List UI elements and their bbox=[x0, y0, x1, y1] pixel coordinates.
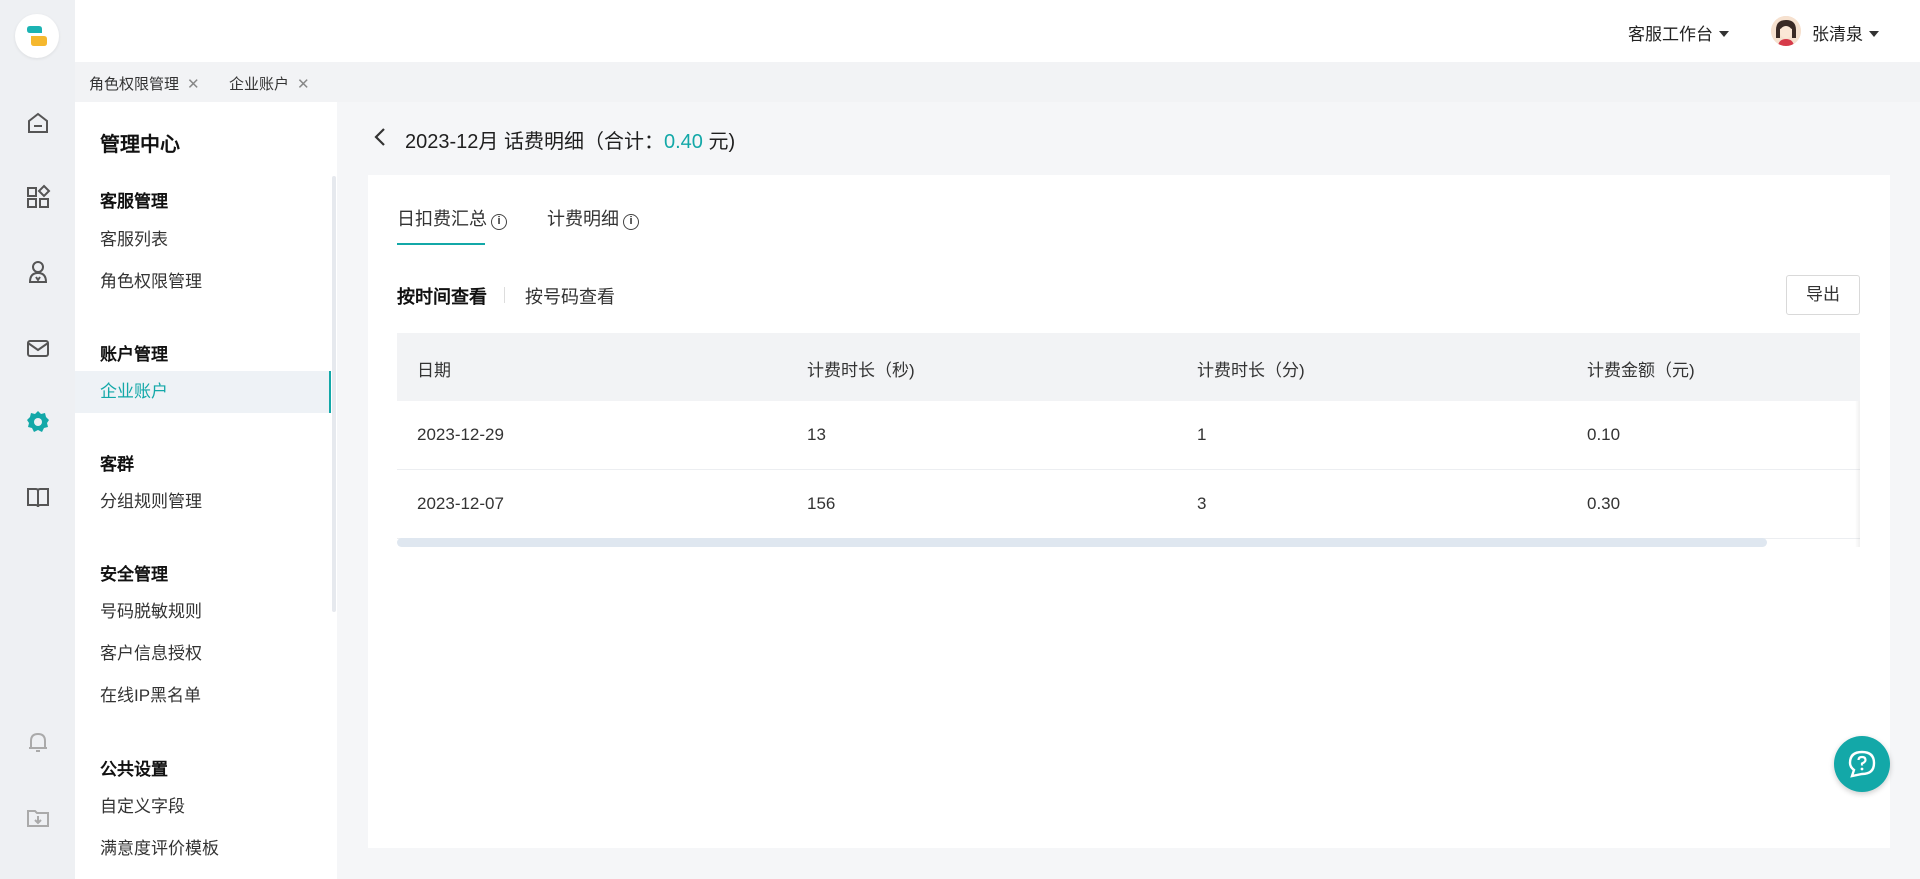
home-icon[interactable] bbox=[24, 109, 52, 137]
sidebar-title: 管理中心 bbox=[100, 134, 180, 156]
sidebar-item-enterprise-account[interactable]: 企业账户 bbox=[75, 371, 331, 413]
info-icon[interactable]: i bbox=[623, 214, 639, 230]
tab-enterprise-account[interactable]: 企业账户 ✕ bbox=[229, 73, 310, 94]
workbench-label: 客服工作台 bbox=[1628, 25, 1713, 44]
sidebar-item-satisfaction-template[interactable]: 满意度评价模板 bbox=[75, 828, 331, 870]
workbench-dropdown[interactable]: 客服工作台 bbox=[1628, 20, 1729, 45]
back-arrow-icon[interactable] bbox=[370, 125, 390, 149]
sidebar-item-grouping-rules[interactable]: 分组规则管理 bbox=[75, 481, 331, 523]
sidebar-group-security: 安全管理 bbox=[100, 565, 168, 584]
divider bbox=[504, 287, 505, 303]
page-title-suffix: 元) bbox=[702, 131, 736, 153]
tab-role-permissions[interactable]: 角色权限管理 ✕ bbox=[89, 73, 200, 94]
view-by-time-button[interactable]: 按时间查看 bbox=[397, 283, 487, 309]
cell-minutes: 3 bbox=[1197, 494, 1207, 513]
billing-table: 日期 计费时长（秒) 计费时长（分) 计费金额（元) 2023-12-29 13… bbox=[397, 333, 1860, 539]
page-title: 2023-12月 话费明细（合计：0.40 元) bbox=[405, 125, 735, 154]
table-row: 2023-12-07 156 3 0.30 bbox=[397, 470, 1860, 539]
caret-down-icon bbox=[1869, 31, 1879, 37]
table-fixed-column-shadow bbox=[1855, 401, 1860, 547]
sidebar-group-account: 账户管理 bbox=[100, 345, 168, 364]
customer-service-icon[interactable] bbox=[24, 258, 52, 286]
sidebar-group-customer-service: 客服管理 bbox=[100, 192, 168, 211]
cell-date: 2023-12-29 bbox=[417, 425, 504, 444]
table-row: 2023-12-29 13 1 0.10 bbox=[397, 401, 1860, 470]
sidebar: 管理中心 客服管理 客服列表 角色权限管理 账户管理 企业账户 客群 分组规则管… bbox=[75, 102, 337, 879]
avatar[interactable] bbox=[1771, 16, 1801, 46]
total-amount: 0.40 bbox=[663, 131, 703, 153]
cell-date: 2023-12-07 bbox=[417, 494, 504, 513]
close-icon[interactable]: ✕ bbox=[187, 76, 200, 93]
column-header-seconds: 计费时长（秒) bbox=[807, 361, 915, 380]
settings-icon[interactable] bbox=[24, 408, 52, 436]
sidebar-item-number-masking[interactable]: 号码脱敏规则 bbox=[75, 591, 331, 633]
tab-daily-summary[interactable]: 日扣费汇总 i bbox=[397, 205, 507, 231]
sidebar-item-role-permissions[interactable]: 角色权限管理 bbox=[75, 261, 331, 303]
caret-down-icon bbox=[1719, 31, 1729, 37]
sidebar-group-customer-group: 客群 bbox=[100, 455, 134, 474]
cell-amount: 0.10 bbox=[1587, 425, 1621, 444]
app-logo-icon[interactable] bbox=[15, 14, 59, 58]
chat-help-button[interactable] bbox=[1834, 736, 1890, 792]
sidebar-item-agent-list[interactable]: 客服列表 bbox=[75, 219, 331, 261]
close-icon[interactable]: ✕ bbox=[297, 76, 310, 93]
tab-label: 计费明细 bbox=[547, 209, 619, 229]
view-by-number-button[interactable]: 按号码查看 bbox=[525, 283, 615, 309]
column-header-minutes: 计费时长（分) bbox=[1197, 361, 1305, 380]
chat-help-icon bbox=[1848, 750, 1876, 778]
icon-rail bbox=[0, 0, 75, 879]
cell-seconds: 13 bbox=[807, 425, 826, 444]
tab-label: 角色权限管理 bbox=[89, 76, 180, 93]
top-bar: 客服工作台 张清泉 bbox=[75, 0, 1920, 62]
table-header: 日期 计费时长（秒) 计费时长（分) 计费金额（元) bbox=[397, 333, 1860, 401]
tab-label: 企业账户 bbox=[229, 76, 290, 93]
user-menu[interactable]: 张清泉 bbox=[1812, 20, 1879, 45]
sidebar-scrollbar[interactable] bbox=[332, 176, 336, 612]
username: 张清泉 bbox=[1812, 25, 1863, 44]
apps-icon[interactable] bbox=[24, 183, 52, 211]
sidebar-item-ip-blacklist[interactable]: 在线IP黑名单 bbox=[75, 675, 331, 717]
column-header-amount: 计费金额（元) bbox=[1587, 361, 1695, 380]
book-icon[interactable] bbox=[24, 483, 52, 511]
tab-label: 日扣费汇总 bbox=[397, 209, 487, 229]
cell-minutes: 1 bbox=[1197, 425, 1207, 444]
cell-seconds: 156 bbox=[807, 494, 836, 513]
sidebar-group-public-settings: 公共设置 bbox=[100, 760, 168, 779]
column-header-date: 日期 bbox=[417, 361, 451, 380]
mail-icon[interactable] bbox=[24, 334, 52, 362]
content-card: 日扣费汇总 i 计费明细 i 按时间查看 按号码查看 导出 日期 计费时长（秒) 计… bbox=[368, 175, 1890, 848]
active-tab-indicator bbox=[397, 243, 485, 245]
tab-billing-detail[interactable]: 计费明细 i bbox=[547, 205, 639, 231]
export-button[interactable]: 导出 bbox=[1786, 275, 1860, 315]
sidebar-item-custom-fields[interactable]: 自定义字段 bbox=[75, 786, 331, 828]
bell-icon[interactable] bbox=[24, 728, 52, 756]
info-icon[interactable]: i bbox=[491, 214, 507, 230]
page-title-prefix: 2023-12月 话费明细（合计： bbox=[405, 131, 664, 153]
sidebar-item-customer-info-auth[interactable]: 客户信息授权 bbox=[75, 633, 331, 675]
table-horizontal-scrollbar[interactable] bbox=[397, 538, 1767, 547]
cell-amount: 0.30 bbox=[1587, 494, 1621, 513]
open-tabs: 角色权限管理 ✕ 企业账户 ✕ bbox=[75, 62, 1920, 102]
download-folder-icon[interactable] bbox=[24, 803, 52, 831]
